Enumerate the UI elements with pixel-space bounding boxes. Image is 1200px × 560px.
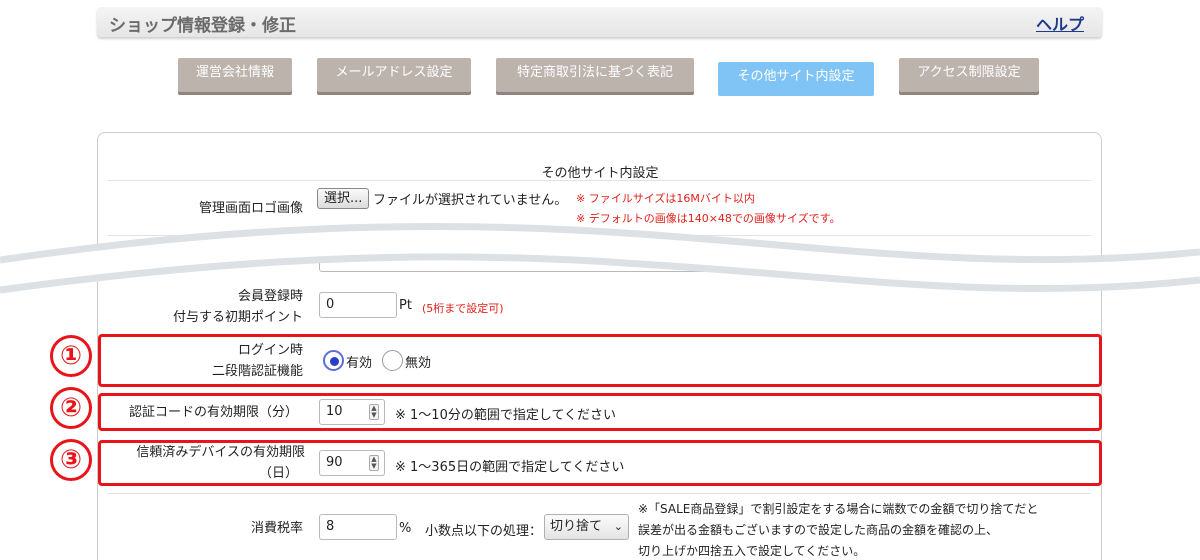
rounding-select-value: 切り捨て (550, 519, 603, 534)
file-status: ファイルが選択されていません。 (373, 193, 568, 208)
initial-points-input[interactable]: 0 (319, 292, 397, 318)
device-expiry-stepper[interactable]: ▲ ▼ (369, 455, 379, 471)
page-header: ショップ情報登録・修正 ヘルプ (97, 7, 1102, 37)
device-expiry-label-line2: （日） (258, 466, 298, 481)
tax-note-line3: 切り上げか四捨五入で設定してください。 (638, 544, 866, 558)
twofa-label-line2: 二段階認証機能 (211, 364, 303, 379)
row-divider (108, 180, 1091, 181)
points-unit: Pt (399, 298, 412, 313)
tax-label: 消費税率 (250, 521, 303, 536)
twofa-enabled-radio[interactable] (323, 350, 344, 371)
rounding-select[interactable]: 切り捨て ⌄ (544, 514, 629, 540)
code-expiry-stepper[interactable]: ▲ ▼ (369, 404, 379, 420)
tax-unit: % (399, 521, 412, 536)
device-expiry-label-line1: 信頼済みデバイスの有効期限 (136, 445, 305, 460)
badge-3: ③ (50, 439, 92, 481)
tab-commerce-law[interactable]: 特定商取引法に基づく表記 (496, 58, 694, 92)
points-note: (5桁まで設定可) (422, 302, 504, 315)
tax-note: ※「SALE商品登録」で割引設定をする場合に端数での金額で切り捨てだと 誤差が出… (638, 499, 1088, 560)
device-expiry-note: ※ 1～365日の範囲で指定してください (395, 460, 625, 475)
row-divider (108, 493, 1091, 494)
code-expiry-label: 認証コードの有効期限（分） (128, 405, 298, 420)
twofa-disabled-radio[interactable] (382, 350, 403, 371)
rounding-label: 小数点以下の処理： (425, 524, 543, 539)
twofa-disabled-label: 無効 (405, 356, 432, 371)
section-title: その他サイト内設定 (541, 166, 659, 181)
help-link[interactable]: ヘルプ (1036, 11, 1084, 35)
tax-note-line2: 誤差が出る金額もございますので設定した商品の金額を確認の上、 (638, 523, 999, 537)
twofa-label-line1: ログイン時 (237, 343, 303, 358)
code-expiry-note: ※ 1～10分の範囲で指定してください (395, 408, 617, 423)
file-size-note: ※ ファイルサイズは16Mバイト以内 (576, 192, 755, 205)
tab-email-settings[interactable]: メールアドレス設定 (317, 58, 471, 92)
chevron-down-icon: ⌄ (613, 520, 623, 533)
logo-label: 管理画面ロゴ画像 (198, 201, 303, 216)
tax-rate-input[interactable]: 8 (319, 514, 397, 540)
tax-note-line1: ※「SALE商品登録」で割引設定をする場合に端数での金額で切り捨てだと (638, 502, 1039, 516)
twofa-enabled-label: 有効 (346, 356, 373, 371)
file-select-button[interactable]: 選択... (317, 188, 370, 209)
tab-company-info[interactable]: 運営会社情報 (178, 58, 292, 92)
badge-1: ① (50, 335, 92, 377)
tab-access-restriction[interactable]: アクセス制限設定 (899, 58, 1039, 92)
badge-2: ② (50, 387, 92, 429)
points-label-line1: 会員登録時 (237, 289, 303, 304)
points-label-line2: 付与する初期ポイント (172, 310, 303, 325)
page-title: ショップ情報登録・修正 (109, 16, 296, 36)
tab-other-settings[interactable]: その他サイト内設定 (718, 62, 874, 96)
